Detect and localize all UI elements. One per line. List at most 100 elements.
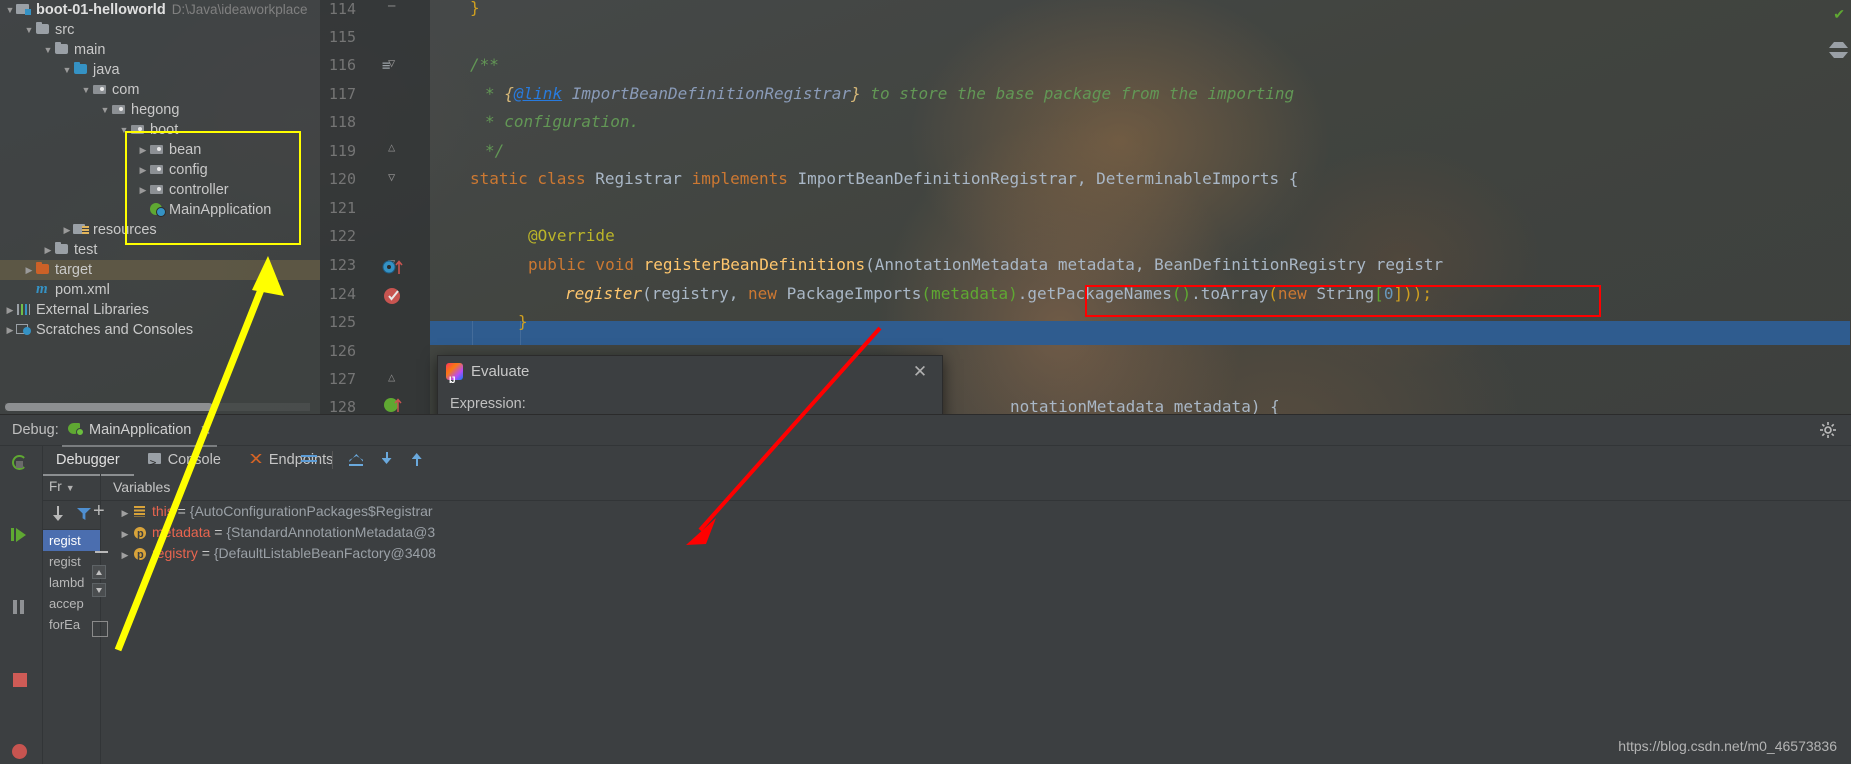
tree-item-controller[interactable]: controller bbox=[0, 180, 320, 200]
tree-item-label: java bbox=[93, 62, 120, 78]
restore-layout-icon[interactable] bbox=[343, 446, 369, 474]
equals-sign: = bbox=[173, 503, 190, 519]
chevron-down-icon[interactable] bbox=[4, 0, 16, 20]
code-token: notationMetadata metadata) { bbox=[1010, 397, 1280, 414]
variable-value: {StandardAnnotationMetadata@3 bbox=[226, 524, 436, 540]
chevron-right-icon[interactable] bbox=[4, 320, 16, 340]
layout-settings-icon[interactable] bbox=[296, 446, 322, 474]
chevron-down-icon[interactable]: ▼ bbox=[66, 483, 75, 493]
stop-button[interactable] bbox=[0, 662, 42, 696]
tab-console[interactable]: Console bbox=[134, 446, 235, 477]
code-editor[interactable]: 114 115 116 117 118 119 120 121 122 123 124 125 126 1… bbox=[320, 0, 1851, 414]
inspection-ok-icon: ✔ bbox=[1833, 6, 1845, 22]
pause-program-button[interactable] bbox=[0, 590, 42, 624]
scrollbar-thumb[interactable] bbox=[5, 403, 213, 411]
tree-item-config[interactable]: config bbox=[0, 160, 320, 180]
chevron-down-icon[interactable] bbox=[118, 120, 130, 140]
chevron-right-icon[interactable] bbox=[23, 260, 35, 280]
chevron-right-icon[interactable] bbox=[137, 160, 149, 180]
tree-item-com[interactable]: com bbox=[0, 80, 320, 100]
tree-item-test[interactable]: test bbox=[0, 240, 320, 260]
tab-debugger[interactable]: Debugger bbox=[42, 446, 134, 476]
spring-bean-gutter-icon[interactable] bbox=[382, 395, 402, 414]
javadoc-gutter-icon[interactable]: ≡ bbox=[382, 58, 390, 74]
tree-item-pom-xml[interactable]: pom.xml bbox=[0, 279, 320, 300]
chevron-down-icon[interactable] bbox=[61, 60, 73, 80]
fold-marker-icon[interactable]: ▽ bbox=[388, 170, 395, 184]
chevron-right-icon[interactable]: ▶ bbox=[117, 524, 133, 545]
frames-toolbar[interactable] bbox=[43, 501, 100, 530]
chevron-down-icon[interactable] bbox=[42, 40, 54, 60]
tree-item-main[interactable]: main bbox=[0, 40, 320, 60]
filter-icon[interactable] bbox=[75, 505, 93, 523]
line-number-121: 121 bbox=[328, 199, 356, 217]
variable-row[interactable]: ▶ this = {AutoConfigurationPackages$Regis… bbox=[101, 501, 1851, 522]
tree-item-bean[interactable]: bean bbox=[0, 140, 320, 160]
debug-session-tab[interactable]: MainApplication ✕ bbox=[62, 415, 218, 447]
tree-item-hegong[interactable]: hegong bbox=[0, 100, 320, 120]
step-down-icon[interactable] bbox=[374, 446, 400, 474]
editor-gutter[interactable]: 114 115 116 117 118 119 120 121 122 123 124 125 126 1… bbox=[320, 0, 430, 414]
tree-item-scratches-and-consoles[interactable]: Scratches and Consoles bbox=[0, 320, 320, 340]
chevron-down-icon[interactable] bbox=[99, 100, 111, 120]
variables-list[interactable]: ▶ this = {AutoConfigurationPackages$Regis… bbox=[101, 501, 1851, 566]
spring-boot-class-icon bbox=[149, 202, 166, 217]
code-token: .getPackageNames bbox=[1017, 284, 1172, 303]
debug-run-toolbar[interactable] bbox=[0, 446, 43, 764]
fold-marker-icon[interactable]: △ bbox=[388, 370, 395, 384]
tree-item-java[interactable]: java bbox=[0, 60, 320, 80]
code-token: 0 bbox=[1383, 284, 1394, 303]
tree-item-target[interactable]: target bbox=[0, 260, 320, 280]
editor-scroll-markers[interactable]: ✔ bbox=[1829, 0, 1851, 414]
chevron-right-icon[interactable] bbox=[61, 220, 73, 240]
chevron-right-icon[interactable]: ▶ bbox=[117, 503, 133, 524]
frames-thread-selector[interactable]: Fr ▼ bbox=[43, 474, 100, 501]
variables-panel[interactable]: Variables ▶ this = {AutoConfigurationPack… bbox=[101, 474, 1851, 764]
chevron-down-icon[interactable] bbox=[80, 80, 92, 100]
tree-item-mainapplication[interactable]: MainApplication bbox=[0, 200, 320, 220]
chevron-down-icon[interactable] bbox=[23, 20, 35, 40]
copy-value-icon[interactable] bbox=[92, 621, 108, 637]
package-icon bbox=[92, 82, 108, 96]
resources-folder-icon bbox=[73, 222, 89, 236]
breakpoint-hit-icon[interactable] bbox=[382, 285, 406, 311]
scroll-up-button[interactable] bbox=[92, 565, 106, 579]
tree-item-resources[interactable]: resources bbox=[0, 220, 320, 240]
code-token: Registrar bbox=[595, 169, 692, 188]
debug-tool-window[interactable]: Debug: MainApplication ✕ Debugger Console… bbox=[0, 414, 1851, 764]
project-tool-window[interactable]: boot-01-helloworld D:\Java\ideaworkplace s… bbox=[0, 0, 320, 414]
code-token: (metadata) bbox=[921, 284, 1018, 303]
step-up-icon[interactable] bbox=[404, 446, 430, 474]
variable-row[interactable]: ▶ metadata = {StandardAnnotationMetadata@… bbox=[101, 522, 1851, 545]
rerun-button[interactable] bbox=[0, 446, 42, 480]
export-threads-icon[interactable] bbox=[49, 505, 67, 523]
resume-program-button[interactable] bbox=[0, 518, 42, 552]
scroll-down-button[interactable] bbox=[92, 583, 106, 597]
frame-row[interactable]: regist bbox=[43, 530, 100, 551]
override-method-icon[interactable] bbox=[382, 257, 406, 281]
project-tree-horizontal-scrollbar[interactable] bbox=[5, 403, 310, 411]
tree-item-src[interactable]: src bbox=[0, 20, 320, 40]
tree-item-boot-01-helloworld[interactable]: boot-01-helloworld D:\Java\ideaworkplace bbox=[0, 0, 320, 20]
debug-layout-toolbar[interactable] bbox=[296, 446, 430, 474]
fold-marker-icon[interactable]: △ bbox=[388, 140, 395, 154]
view-breakpoints-button[interactable] bbox=[0, 734, 42, 764]
scroll-up-arrow-icon[interactable] bbox=[1829, 42, 1848, 48]
scroll-down-arrow-icon[interactable] bbox=[1829, 52, 1848, 58]
chevron-right-icon[interactable] bbox=[137, 140, 149, 160]
remove-watch-icon[interactable] bbox=[93, 543, 111, 561]
tree-item-boot[interactable]: boot bbox=[0, 120, 320, 140]
line-number-127: 127 bbox=[328, 370, 356, 388]
javadoc-link[interactable]: @link bbox=[514, 84, 562, 103]
chevron-right-icon[interactable] bbox=[4, 300, 16, 320]
variable-row[interactable]: ▶ registry = {DefaultListableBeanFactory@… bbox=[101, 543, 1851, 566]
tree-item-external-libraries[interactable]: External Libraries bbox=[0, 300, 320, 320]
chevron-right-icon[interactable]: ▶ bbox=[117, 545, 133, 566]
close-icon[interactable]: ✕ bbox=[200, 415, 212, 445]
gear-icon[interactable] bbox=[1819, 421, 1837, 439]
chevron-right-icon[interactable] bbox=[42, 240, 54, 260]
add-watch-icon[interactable] bbox=[93, 500, 111, 524]
chevron-right-icon[interactable] bbox=[137, 180, 149, 200]
close-icon[interactable]: ✕ bbox=[908, 356, 932, 388]
fold-marker-icon[interactable]: ─ bbox=[388, 0, 395, 13]
